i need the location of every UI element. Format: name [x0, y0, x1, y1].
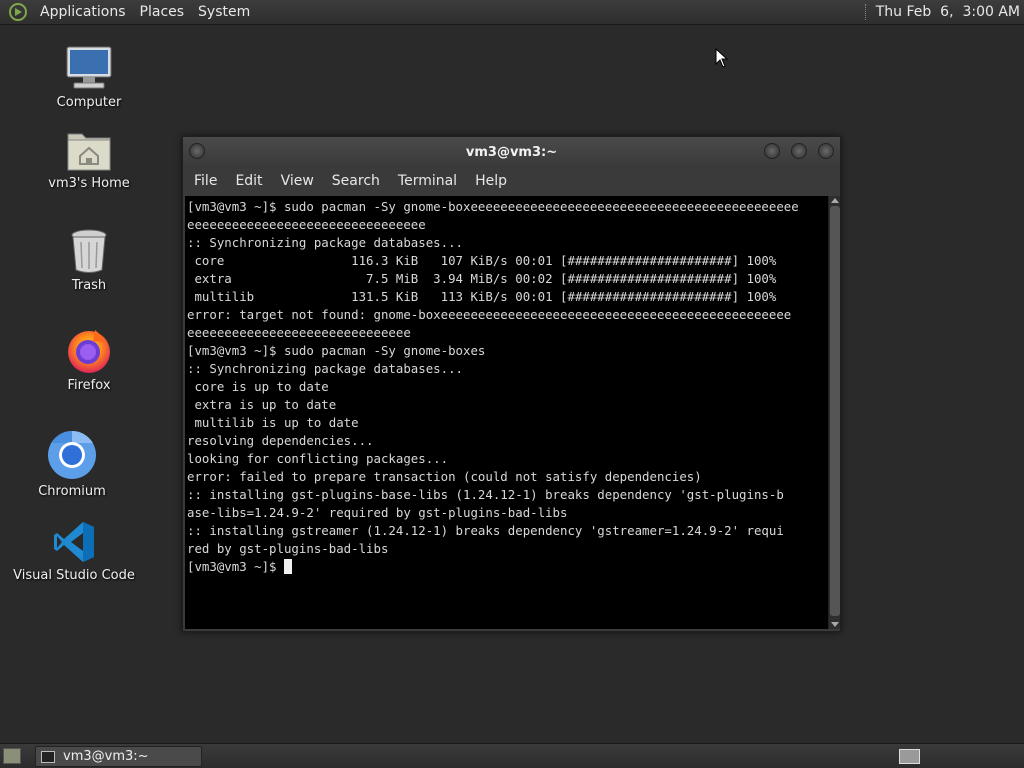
- desktop-icon-label: Chromium: [38, 484, 106, 499]
- desktop-icon-label: vm3's Home: [48, 176, 130, 191]
- home-folder-icon: [67, 133, 111, 171]
- menu-help[interactable]: Help: [466, 173, 516, 189]
- desktop-icon-label: Computer: [56, 95, 122, 110]
- terminal-line: eeeeeeeeeeeeeeeeeeeeeeeeeeeeeeee: [187, 217, 426, 232]
- distro-logo-icon[interactable]: [9, 3, 27, 21]
- terminal-line: core 116.3 KiB 107 KiB/s 00:01 [########…: [187, 253, 777, 268]
- terminal-line: [vm3@vm3 ~]$ sudo pacman -Sy gnome-boxee…: [187, 199, 799, 214]
- terminal-line: error: target not found: gnome-boxeeeeee…: [187, 307, 792, 322]
- terminal-scrollbar[interactable]: [828, 196, 840, 629]
- maximize-button[interactable]: [791, 143, 807, 159]
- menu-applications[interactable]: Applications: [33, 4, 133, 20]
- scroll-down-icon[interactable]: [831, 622, 839, 627]
- scroll-thumb[interactable]: [830, 206, 840, 616]
- terminal-line: red by gst-plugins-bad-libs: [187, 541, 389, 556]
- taskbar-item-label: vm3@vm3:~: [63, 749, 149, 764]
- bottom-panel: vm3@vm3:~: [0, 743, 1024, 768]
- desktop-icon-trash[interactable]: Trash: [55, 228, 123, 293]
- terminal-line: extra is up to date: [187, 397, 337, 412]
- menu-system[interactable]: System: [191, 4, 257, 20]
- terminal-line: [vm3@vm3 ~]$ sudo pacman -Sy gnome-boxes: [187, 343, 486, 358]
- terminal-menubar: File Edit View Search Terminal Help: [183, 167, 840, 195]
- terminal-line: multilib 131.5 KiB 113 KiB/s 00:01 [####…: [187, 289, 777, 304]
- show-desktop-icon[interactable]: [3, 748, 21, 764]
- trash-icon: [71, 229, 107, 273]
- computer-icon: [66, 46, 112, 89]
- terminal-line: :: Synchronizing package databases...: [187, 235, 464, 250]
- terminal-window[interactable]: vm3@vm3:~ File Edit View Search Terminal…: [182, 136, 841, 632]
- window-titlebar[interactable]: vm3@vm3:~: [183, 137, 840, 167]
- minimize-button[interactable]: [764, 143, 780, 159]
- terminal-line: multilib is up to date: [187, 415, 359, 430]
- workspace-switcher[interactable]: [899, 749, 920, 764]
- window-title: vm3@vm3:~: [465, 144, 558, 160]
- terminal-line: extra 7.5 MiB 3.94 MiB/s 00:02 [########…: [187, 271, 777, 286]
- text-cursor: [283, 559, 292, 574]
- menu-search[interactable]: Search: [323, 173, 389, 189]
- desktop-icon-vscode[interactable]: Visual Studio Code: [13, 520, 135, 583]
- terminal-prompt-line[interactable]: [vm3@vm3 ~]$: [187, 558, 828, 576]
- taskbar-item-terminal[interactable]: vm3@vm3:~: [35, 746, 202, 767]
- chromium-icon: [48, 431, 96, 479]
- terminal-line: eeeeeeeeeeeeeeeeeeeeeeeeeeeeee: [187, 325, 411, 340]
- firefox-icon: [68, 330, 110, 373]
- menu-places[interactable]: Places: [133, 4, 192, 20]
- desktop-icon-firefox[interactable]: Firefox: [55, 326, 123, 393]
- desktop-icon-label: Trash: [71, 278, 107, 293]
- window-menu-button[interactable]: [189, 143, 205, 159]
- top-panel: Applications Places System Thu Feb 6, 3:…: [0, 0, 1024, 25]
- vscode-icon: [54, 522, 94, 562]
- scroll-up-icon[interactable]: [831, 198, 839, 203]
- terminal-line: ase-libs=1.24.9-2' required by gst-plugi…: [187, 505, 568, 520]
- terminal-line: core is up to date: [187, 379, 329, 394]
- desktop-icon-computer[interactable]: Computer: [55, 45, 123, 110]
- terminal-icon: [41, 750, 55, 763]
- clock[interactable]: Thu Feb 6, 3:00 AM: [876, 4, 1024, 20]
- desktop-icon-home[interactable]: vm3's Home: [48, 128, 130, 191]
- menu-edit[interactable]: Edit: [226, 173, 271, 189]
- mouse-pointer-icon: [715, 48, 729, 68]
- menu-terminal[interactable]: Terminal: [389, 173, 466, 189]
- terminal-prompt: [vm3@vm3 ~]$: [187, 559, 284, 574]
- terminal-line: :: installing gst-plugins-base-libs (1.2…: [187, 487, 784, 502]
- terminal-line: resolving dependencies...: [187, 433, 374, 448]
- desktop-icon-label: Visual Studio Code: [13, 568, 135, 583]
- terminal-output[interactable]: [vm3@vm3 ~]$ sudo pacman -Sy gnome-boxee…: [185, 196, 828, 629]
- desktop-icon-label: Firefox: [67, 378, 111, 393]
- desktop-icon-chromium[interactable]: Chromium: [38, 430, 106, 499]
- terminal-line: looking for conflicting packages...: [187, 451, 449, 466]
- terminal-line: :: Synchronizing package databases...: [187, 361, 464, 376]
- panel-separator: [864, 4, 868, 20]
- close-button[interactable]: [818, 143, 834, 159]
- menu-view[interactable]: View: [272, 173, 323, 189]
- menu-file[interactable]: File: [185, 173, 226, 189]
- terminal-line: error: failed to prepare transaction (co…: [187, 469, 702, 484]
- terminal-line: :: installing gstreamer (1.24.12-1) brea…: [187, 523, 784, 538]
